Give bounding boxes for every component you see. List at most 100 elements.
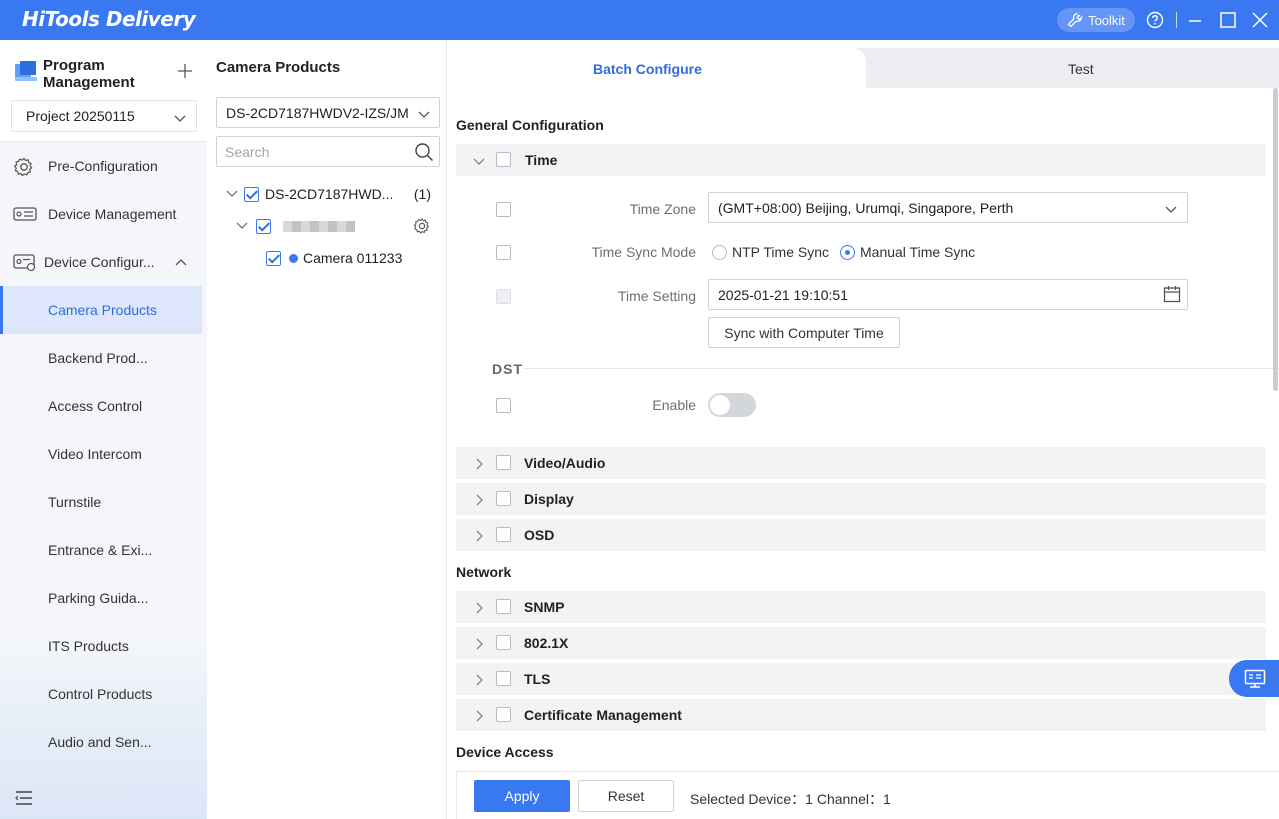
- program-header: Program Management Project 20250115: [0, 40, 207, 142]
- scrollbar[interactable]: [1273, 88, 1278, 391]
- time-setting-input[interactable]: 2025-01-21 19:10:51: [708, 279, 1188, 310]
- time-zone-select[interactable]: (GMT+08:00) Beijing, Urumqi, Singapore, …: [708, 192, 1188, 223]
- chevron-right-icon[interactable]: [473, 601, 485, 617]
- tree-node-camera[interactable]: Camera 011233: [266, 247, 440, 269]
- sidebar-item-label: Backend Prod...: [48, 350, 148, 366]
- sidebar-item-control-products[interactable]: Control Products: [0, 670, 202, 718]
- model-select[interactable]: DS-2CD7187HWDV2-IZS/JM: [216, 97, 440, 128]
- toolkit-button[interactable]: Toolkit: [1057, 8, 1135, 32]
- time-setting-value: 2025-01-21 19:10:51: [718, 287, 848, 303]
- redacted-device-name: [283, 220, 355, 232]
- sidebar-item-entrance-exit[interactable]: Entrance & Exi...: [0, 526, 202, 574]
- group-checkbox[interactable]: [496, 527, 511, 542]
- title-bar: HiTools Delivery Toolkit: [0, 0, 1279, 40]
- sidebar-item-label: ITS Products: [48, 638, 129, 654]
- search-input[interactable]: Search: [216, 136, 440, 167]
- model-checkbox[interactable]: [244, 186, 259, 202]
- app-logo: HiTools Delivery: [22, 7, 196, 31]
- sync-computer-time-button[interactable]: Sync with Computer Time: [708, 317, 900, 348]
- sidebar-item-backend-products[interactable]: Backend Prod...: [0, 334, 202, 382]
- group-video-audio[interactable]: Video/Audio: [456, 447, 1266, 479]
- general-config-heading: General Configuration: [456, 117, 604, 133]
- add-program-icon[interactable]: [176, 62, 194, 83]
- calendar-icon[interactable]: [1163, 285, 1181, 306]
- titlebar-divider: [1176, 12, 1177, 28]
- group-label: Certificate Management: [524, 707, 682, 723]
- collapse-sidebar-icon[interactable]: [15, 790, 33, 809]
- network-heading: Network: [456, 564, 512, 580]
- chevron-down-icon[interactable]: [473, 154, 485, 170]
- help-icon[interactable]: [1144, 9, 1166, 31]
- camera-checkbox[interactable]: [266, 250, 281, 266]
- device-checkbox[interactable]: [256, 218, 271, 234]
- group-checkbox[interactable]: [496, 491, 511, 506]
- sidebar-item-label: Control Products: [48, 686, 153, 702]
- sidebar-item-access-control[interactable]: Access Control: [0, 382, 202, 430]
- sidebar-item-audio-sensors[interactable]: Audio and Sen...: [0, 718, 202, 766]
- gear-icon: [13, 156, 35, 181]
- group-snmp[interactable]: SNMP: [456, 591, 1266, 623]
- chevron-down-icon[interactable]: [236, 218, 248, 234]
- chevron-right-icon[interactable]: [473, 493, 485, 509]
- tree-node-device[interactable]: [236, 215, 440, 237]
- sidebar-item-label: Turnstile: [48, 494, 102, 510]
- sidebar-item-its-products[interactable]: ITS Products: [0, 622, 202, 670]
- apply-button[interactable]: Apply: [474, 780, 570, 812]
- manual-sync-radio[interactable]: Manual Time Sync: [840, 244, 975, 260]
- group-checkbox[interactable]: [496, 455, 511, 470]
- sidebar-item-video-intercom[interactable]: Video Intercom: [0, 430, 202, 478]
- group-checkbox[interactable]: [496, 671, 511, 686]
- chevron-right-icon[interactable]: [473, 709, 485, 725]
- sidebar-item-camera-products[interactable]: Camera Products: [0, 286, 202, 334]
- dst-divider: [524, 368, 1279, 369]
- chevron-right-icon[interactable]: [473, 673, 485, 689]
- tab-test[interactable]: Test: [1068, 61, 1094, 77]
- online-status-dot: [289, 253, 298, 263]
- radio-circle: [840, 244, 855, 260]
- project-select[interactable]: Project 20250115: [11, 100, 197, 132]
- toolkit-label: Toolkit: [1088, 12, 1125, 28]
- tree-node-label: DS-2CD7187HWD...: [265, 186, 394, 202]
- time-setting-label: Time Setting: [617, 288, 696, 304]
- close-icon[interactable]: [1249, 9, 1271, 31]
- sidebar-item-pre-configuration[interactable]: Pre-Configuration: [0, 142, 202, 190]
- chevron-down-icon[interactable]: [226, 186, 238, 202]
- tree-node-model[interactable]: DS-2CD7187HWD... (1): [226, 183, 440, 205]
- gear-icon[interactable]: [413, 217, 431, 238]
- sidebar-item-device-configuration[interactable]: Device Configur...: [0, 238, 202, 286]
- sidebar-item-label: Device Configur...: [44, 254, 155, 270]
- group-checkbox[interactable]: [496, 707, 511, 722]
- sidebar-item-turnstile[interactable]: Turnstile: [0, 478, 202, 526]
- sidebar-item-label: Entrance & Exi...: [48, 542, 153, 558]
- time-group-checkbox[interactable]: [496, 152, 511, 167]
- minimize-icon[interactable]: [1184, 9, 1206, 31]
- sidebar-item-device-management[interactable]: Device Management: [0, 190, 202, 238]
- reset-button[interactable]: Reset: [578, 780, 674, 812]
- sidebar-item-parking-guidance[interactable]: Parking Guida...: [0, 574, 202, 622]
- group-checkbox[interactable]: [496, 599, 511, 614]
- group-label: TLS: [524, 671, 551, 687]
- group-8021x[interactable]: 802.1X: [456, 627, 1266, 659]
- radio-circle: [712, 244, 727, 260]
- group-time[interactable]: Time: [456, 144, 1266, 176]
- maximize-icon[interactable]: [1217, 9, 1239, 31]
- group-tls[interactable]: TLS: [456, 663, 1266, 695]
- time-sync-mode-label: Time Sync Mode: [591, 244, 696, 260]
- action-footer: Apply Reset Selected Device：1 Channel：1: [456, 771, 1279, 819]
- group-osd[interactable]: OSD: [456, 519, 1266, 551]
- group-display[interactable]: Display: [456, 483, 1266, 515]
- wrench-icon: [1067, 12, 1083, 28]
- chevron-right-icon[interactable]: [473, 457, 485, 473]
- program-icon: [14, 60, 38, 85]
- group-checkbox[interactable]: [496, 635, 511, 650]
- remote-config-float-button[interactable]: [1229, 660, 1279, 697]
- ntp-sync-radio[interactable]: NTP Time Sync: [712, 244, 829, 260]
- group-label: 802.1X: [524, 635, 569, 651]
- search-icon[interactable]: [414, 142, 434, 165]
- chevron-right-icon[interactable]: [473, 637, 485, 653]
- chevron-right-icon[interactable]: [473, 529, 485, 545]
- group-certificate-management[interactable]: Certificate Management: [456, 699, 1266, 731]
- sidebar-item-label: Parking Guida...: [48, 590, 149, 606]
- dst-enable-toggle[interactable]: [708, 393, 756, 417]
- tab-batch-configure-label[interactable]: Batch Configure: [593, 61, 702, 77]
